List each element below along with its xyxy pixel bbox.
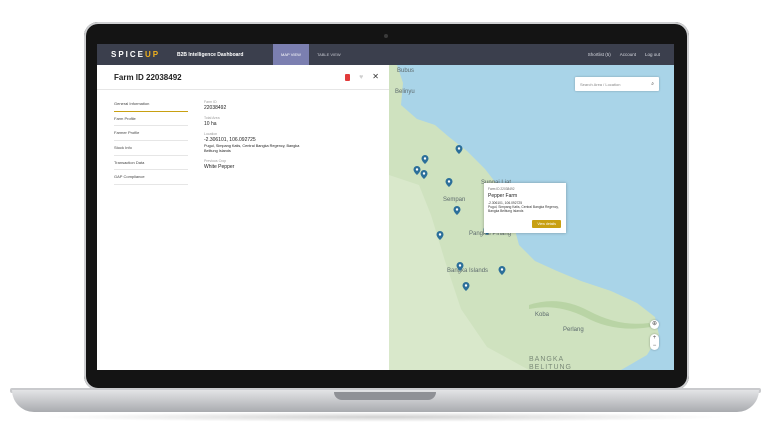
section-farm-profile[interactable]: Farm Profile [114,112,188,127]
map-pin[interactable] [413,166,421,175]
zoom-control: + − [650,334,659,350]
map-pin[interactable] [453,206,461,215]
section-farmer-profile[interactable]: Farmer Profile [114,126,188,142]
map-pin[interactable] [455,145,463,154]
section-stock-info[interactable]: Stock Info [114,141,188,156]
general-info: Farm ID 22038492 Total Area 10 ha Locati… [204,95,314,170]
close-icon[interactable]: ✕ [372,73,379,81]
app-title: B2B Intelligence Dashboard [177,51,244,58]
location-value: -2.306101, 106.092725 [204,137,256,143]
farm-popup: Farm ID 22038492 Pepper Farm -2.306101, … [484,183,566,233]
view-details-button[interactable]: View details [532,220,561,228]
camera-dot [384,34,388,38]
heart-icon[interactable]: ♥ [359,74,363,81]
field-label: Total Area [204,116,220,120]
laptop-notch [334,392,436,400]
map-pin[interactable] [462,282,470,291]
farm-id-value: 22038492 [204,105,227,111]
map-pin[interactable] [421,155,429,164]
tab-map-view[interactable]: MAP VIEW [273,44,309,65]
top-right-nav: Shortlist (5) Account Log out [588,52,660,57]
field-label: Location [204,132,218,136]
popup-address: Pugul, Simpang Katis, Central Bangka Reg… [488,205,559,213]
map-pin[interactable] [420,170,428,179]
zoom-out-button[interactable]: − [650,342,659,350]
popup-farm-id: Farm ID 22038492 [488,187,515,191]
farm-detail-panel: Farm ID 22038492 ♥ ✕ General Information… [97,65,390,370]
map-pin[interactable] [445,178,453,187]
shortlist-link[interactable]: Shortlist (5) [588,52,611,57]
field-label: Farm ID [204,100,217,104]
farm-header: Farm ID 22038492 ♥ ✕ [97,65,389,90]
map-view[interactable]: Bubus Belinyu Sungai Liat Sempan Pangkal… [389,65,674,370]
zoom-in-button[interactable]: + [650,334,659,342]
location-address: Pugul, Simpang Katis, Central Bangka Reg… [204,144,300,153]
tab-table-view[interactable]: TABLE VIEW [309,44,349,65]
top-navbar: SPICEUP B2B Intelligence Dashboard MAP V… [97,44,674,65]
section-nav: General Information Farm Profile Farmer … [114,97,188,186]
map-pin[interactable] [498,266,506,275]
logout-link[interactable]: Log out [645,52,660,57]
locate-icon[interactable]: ⊕ [650,320,659,329]
section-transaction-data[interactable]: Transaction Data [114,156,188,171]
account-link[interactable]: Account [620,52,636,57]
field-label: Previous Crop [204,159,227,163]
app-screen: SPICEUP B2B Intelligence Dashboard MAP V… [97,44,674,370]
section-gap-compliance[interactable]: GAP Compliance [114,170,188,186]
map-pin[interactable] [436,231,444,240]
map-pin[interactable] [456,262,464,271]
previous-crop-value: White Pepper [204,164,235,170]
logo[interactable]: SPICEUP [111,50,173,59]
laptop-shadow [40,412,730,422]
pdf-icon[interactable] [345,73,351,81]
popup-farm-name: Pepper Farm [488,193,518,199]
total-area-value: 10 ha [204,121,217,127]
farm-title: Farm ID 22038492 [114,72,182,82]
section-general-information[interactable]: General Information [114,97,188,112]
